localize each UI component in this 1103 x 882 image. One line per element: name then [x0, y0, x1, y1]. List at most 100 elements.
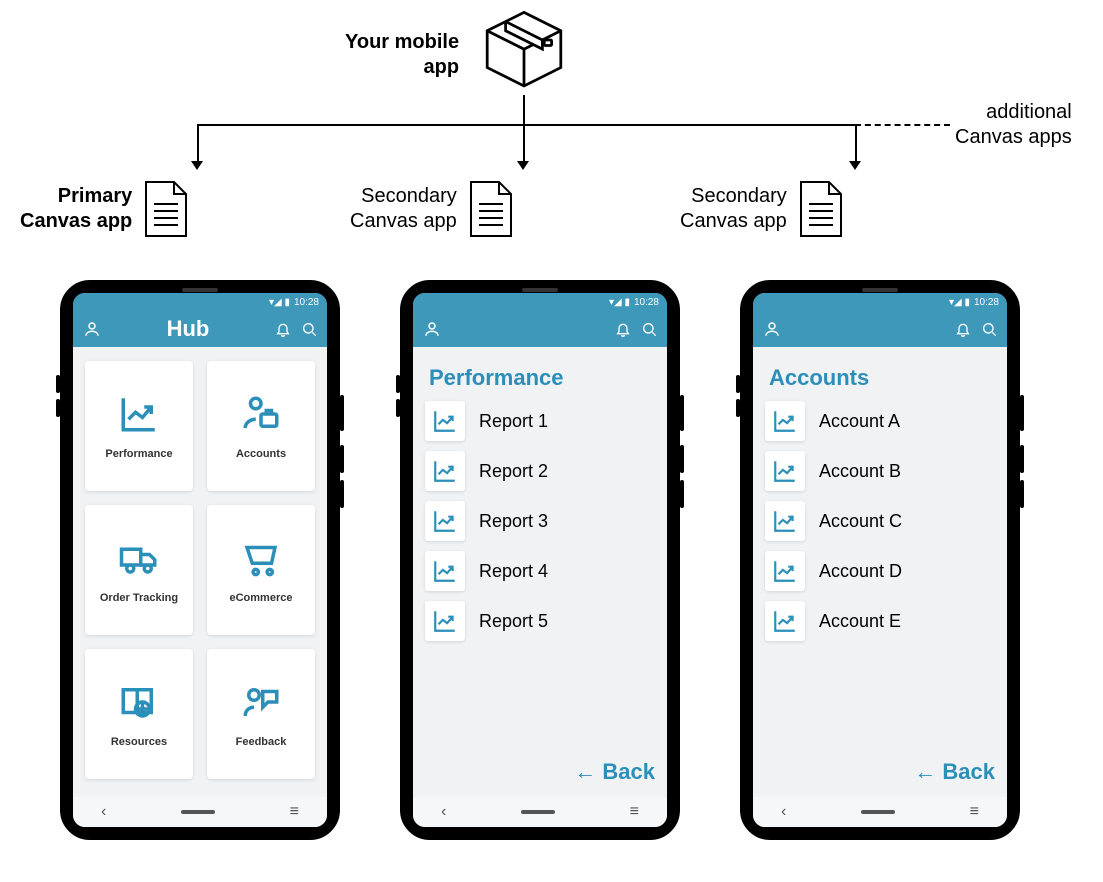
phone-accounts: ▾◢ ▮ 10:28 Accounts Account A Account B — [740, 280, 1020, 840]
secondary-canvas-app-block: SecondaryCanvas app — [350, 180, 515, 238]
chart-up-icon — [765, 551, 805, 591]
book-globe-icon — [118, 681, 160, 728]
hub-tile-order-tracking[interactable]: Order Tracking — [85, 505, 193, 635]
tile-label: Accounts — [236, 448, 286, 460]
home-nav-pill[interactable] — [181, 810, 215, 814]
menu-nav-icon[interactable]: ≡ — [970, 803, 979, 821]
truck-icon — [118, 537, 160, 584]
list-item-label: Account B — [819, 461, 901, 482]
hub-tile-resources[interactable]: Resources — [85, 649, 193, 779]
signal-icon: ▾◢ ▮ — [269, 297, 290, 308]
app-title: Hub — [167, 316, 210, 342]
bell-icon[interactable] — [955, 321, 971, 337]
hub-tile-ecommerce[interactable]: eCommerce — [207, 505, 315, 635]
report-list-item[interactable]: Report 3 — [425, 501, 655, 541]
back-link[interactable]: ← Back — [914, 759, 995, 785]
account-list-item[interactable]: Account E — [765, 601, 995, 641]
doc-label: SecondaryCanvas app — [680, 184, 787, 234]
hub-tile-feedback[interactable]: Feedback — [207, 649, 315, 779]
accounts-content: Accounts Account A Account B Account C A… — [753, 347, 1007, 797]
connector-dashed — [855, 124, 950, 126]
chart-up-icon — [425, 501, 465, 541]
connector — [523, 124, 525, 164]
app-topbar — [753, 311, 1007, 347]
back-link[interactable]: ← Back — [574, 759, 655, 785]
search-icon[interactable] — [301, 321, 317, 337]
search-icon[interactable] — [981, 321, 997, 337]
back-nav-icon[interactable]: ‹ — [101, 803, 106, 821]
report-list-item[interactable]: Report 2 — [425, 451, 655, 491]
section-title: Accounts — [769, 365, 991, 391]
additional-canvas-apps-label: additionalCanvas apps — [955, 100, 1072, 150]
box-icon — [478, 5, 570, 97]
report-list-item[interactable]: Report 4 — [425, 551, 655, 591]
document-icon — [467, 180, 515, 238]
back-nav-icon[interactable]: ‹ — [441, 803, 446, 821]
connector — [197, 124, 199, 164]
phone-hub: ▾◢ ▮ 10:28 Hub Performance Accounts Orde… — [60, 280, 340, 840]
phone-performance: ▾◢ ▮ 10:28 Performance Report 1 Report 2 — [400, 280, 680, 840]
report-list-item[interactable]: Report 1 — [425, 401, 655, 441]
account-list-item[interactable]: Account D — [765, 551, 995, 591]
clock: 10:28 — [974, 297, 999, 308]
chart-up-icon — [425, 401, 465, 441]
status-bar: ▾◢ ▮ 10:28 — [73, 293, 327, 311]
chart-up-icon — [118, 393, 160, 440]
android-navbar: ‹ ≡ — [413, 797, 667, 827]
arrowhead-icon — [849, 161, 861, 170]
search-icon[interactable] — [641, 321, 657, 337]
chart-up-icon — [765, 501, 805, 541]
chart-up-icon — [765, 401, 805, 441]
user-icon[interactable] — [423, 320, 441, 338]
hub-tile-performance[interactable]: Performance — [85, 361, 193, 491]
clock: 10:28 — [634, 297, 659, 308]
tile-label: Order Tracking — [100, 592, 178, 604]
status-bar: ▾◢ ▮ 10:28 — [753, 293, 1007, 311]
arrowhead-icon — [517, 161, 529, 170]
user-briefcase-icon — [240, 393, 282, 440]
bell-icon[interactable] — [275, 321, 291, 337]
arrowhead-icon — [191, 161, 203, 170]
user-icon[interactable] — [763, 320, 781, 338]
back-nav-icon[interactable]: ‹ — [781, 803, 786, 821]
menu-nav-icon[interactable]: ≡ — [290, 803, 299, 821]
cart-icon — [240, 537, 282, 584]
connector — [197, 124, 857, 126]
list-item-label: Account C — [819, 511, 902, 532]
user-icon[interactable] — [83, 320, 101, 338]
chart-up-icon — [425, 451, 465, 491]
status-bar: ▾◢ ▮ 10:28 — [413, 293, 667, 311]
signal-icon: ▾◢ ▮ — [609, 297, 630, 308]
list-item-label: Report 4 — [479, 561, 548, 582]
signal-icon: ▾◢ ▮ — [949, 297, 970, 308]
list-item-label: Report 1 — [479, 411, 548, 432]
app-topbar: Hub — [73, 311, 327, 347]
clock: 10:28 — [294, 297, 319, 308]
doc-label: PrimaryCanvas app — [20, 184, 132, 234]
list-item-label: Account A — [819, 411, 900, 432]
document-icon — [142, 180, 190, 238]
root-app-label: Your mobileapp — [345, 30, 459, 80]
connector — [523, 95, 525, 125]
section-title: Performance — [429, 365, 651, 391]
bell-icon[interactable] — [615, 321, 631, 337]
home-nav-pill[interactable] — [521, 810, 555, 814]
secondary-canvas-app-block: SecondaryCanvas app — [680, 180, 845, 238]
document-icon — [797, 180, 845, 238]
chart-up-icon — [425, 601, 465, 641]
list-item-label: Report 5 — [479, 611, 548, 632]
connector — [855, 124, 857, 164]
tile-label: Feedback — [236, 736, 287, 748]
primary-canvas-app-block: PrimaryCanvas app — [20, 180, 190, 238]
tile-label: Performance — [105, 448, 172, 460]
app-topbar — [413, 311, 667, 347]
account-list-item[interactable]: Account B — [765, 451, 995, 491]
tile-label: eCommerce — [230, 592, 293, 604]
account-list-item[interactable]: Account A — [765, 401, 995, 441]
home-nav-pill[interactable] — [861, 810, 895, 814]
hub-tile-accounts[interactable]: Accounts — [207, 361, 315, 491]
list-item-label: Report 2 — [479, 461, 548, 482]
account-list-item[interactable]: Account C — [765, 501, 995, 541]
menu-nav-icon[interactable]: ≡ — [630, 803, 639, 821]
report-list-item[interactable]: Report 5 — [425, 601, 655, 641]
